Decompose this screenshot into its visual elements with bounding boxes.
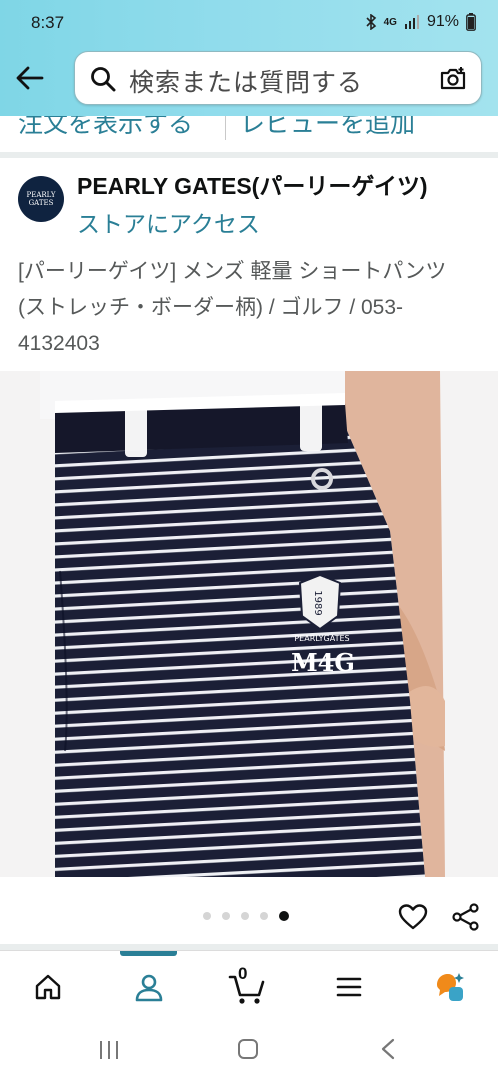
- carousel-dot-active[interactable]: [279, 911, 289, 921]
- search-placeholder: 検索または質問する: [129, 69, 364, 97]
- carousel-dot[interactable]: [203, 912, 211, 920]
- back-arrow-icon[interactable]: [14, 62, 46, 94]
- home-icon[interactable]: [34, 973, 62, 1001]
- rufus-ai-icon[interactable]: [433, 971, 467, 1003]
- bottom-nav: 0: [0, 950, 498, 1020]
- active-tab-indicator: [120, 951, 177, 956]
- product-title: [パーリーゲイツ] メンズ 軽量 ショートパンツ (ストレッチ・ボーダー柄) /…: [18, 260, 447, 355]
- cart-button[interactable]: 0: [228, 964, 268, 1005]
- visit-store-link[interactable]: ストアにアクセス: [77, 205, 260, 239]
- battery-percent: 91%: [426, 13, 459, 30]
- camera-search-icon[interactable]: [439, 65, 467, 93]
- image-carousel-controls: [0, 877, 498, 947]
- links-separator: [225, 116, 226, 140]
- product-photo: 1989 PEARLYGATES M4G: [40, 371, 445, 877]
- carousel-dots: [203, 911, 289, 921]
- home-system-icon[interactable]: [237, 1038, 259, 1060]
- carousel-dot[interactable]: [260, 912, 268, 920]
- view-order-link[interactable]: 注文を表示する: [18, 116, 193, 140]
- system-nav-bar: [0, 1020, 498, 1080]
- top-header: 8:37 4G 91% 検索または質問する: [0, 0, 498, 116]
- back-system-icon[interactable]: [380, 1038, 396, 1060]
- emblem-code: M4G: [291, 648, 355, 677]
- order-review-links: 注文を表示する レビューを追加: [0, 116, 498, 154]
- product-image[interactable]: 1989 PEARLYGATES M4G: [0, 371, 498, 877]
- cart-icon: [228, 975, 265, 1004]
- status-icons: 4G 91%: [365, 13, 476, 31]
- recent-apps-icon[interactable]: [98, 1040, 120, 1060]
- brand-logo[interactable]: PEARLY GATES: [18, 176, 64, 222]
- bluetooth-icon: [366, 14, 376, 30]
- battery-icon: [466, 13, 476, 31]
- search-icon: [91, 67, 116, 92]
- heart-icon[interactable]: [398, 903, 428, 931]
- status-time: 8:37: [31, 13, 65, 32]
- carousel-dot[interactable]: [241, 912, 249, 920]
- add-review-link[interactable]: レビューを追加: [240, 116, 415, 140]
- carousel-dot[interactable]: [222, 912, 230, 920]
- emblem-year: 1989: [312, 590, 323, 615]
- status-bar: 8:37 4G 91%: [0, 0, 498, 46]
- search-input[interactable]: 検索または質問する: [74, 51, 482, 105]
- menu-icon[interactable]: [335, 973, 363, 1001]
- emblem-brand: PEARLYGATES: [294, 634, 349, 643]
- signal-icon: [404, 15, 419, 29]
- section-divider: [0, 152, 498, 158]
- brand-logo-line2: GATES: [28, 199, 54, 207]
- profile-icon[interactable]: [134, 973, 164, 1003]
- share-icon[interactable]: [452, 903, 480, 931]
- brand-name: PEARLY GATES(パーリーゲイツ): [77, 173, 428, 199]
- network-type: 4G: [383, 16, 397, 28]
- brand-logo-line1: PEARLY: [26, 191, 56, 199]
